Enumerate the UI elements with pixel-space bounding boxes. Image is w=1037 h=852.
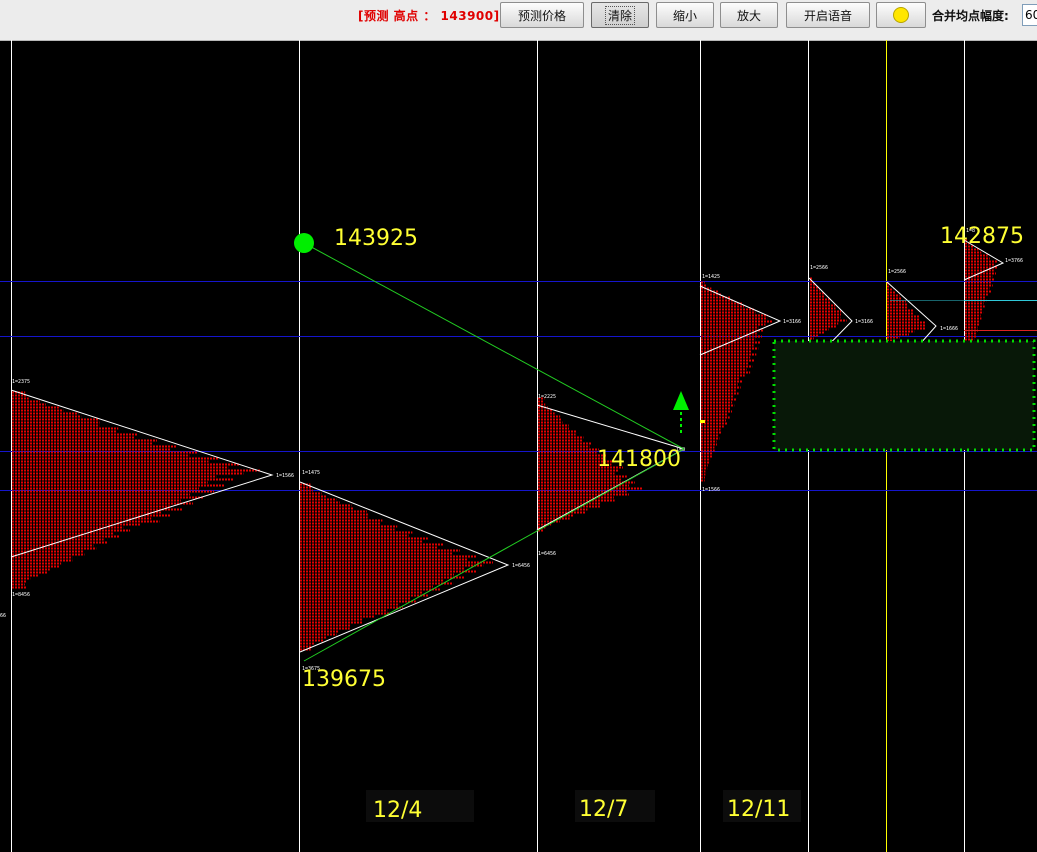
zoom-in-label: 放大 [736,8,761,23]
clear-label: 清除 [604,5,635,25]
svg-text:1=3166: 1=3166 [855,319,873,325]
voice-toggle-button[interactable]: 开启语音 [786,2,870,28]
zoom-in-button[interactable]: 放大 [720,2,778,28]
svg-text:1=2375: 1=2375 [12,379,30,385]
zoom-out-button[interactable]: 缩小 [656,2,714,28]
svg-text:1=3766: 1=3766 [1005,258,1023,264]
price-label-141800: 141800 [597,447,681,472]
svg-text:1=1425: 1=1425 [702,274,720,280]
svg-text:1=6456: 1=6456 [538,551,556,557]
merge-amplitude-label: 合并均点幅度: [932,9,1009,23]
svg-text:1=8456: 1=8456 [12,592,30,598]
zoom-out-label: 缩小 [672,8,697,23]
high-point-marker[interactable] [294,233,314,253]
voice-toggle-label: 开启语音 [803,8,852,23]
current-price-tick [700,420,705,423]
forecast-high-text: [预测 高点 ： 143900] [358,9,500,23]
svg-text:66: 66 [0,613,6,619]
chart-canvas: 1=2375 1=1566 1=8456 1=1475 1=6456 1=367… [0,40,1037,852]
up-arrow-icon [673,391,689,433]
date-label-12-4: 12/4 [373,798,422,823]
price-label-143925: 143925 [334,226,418,251]
predict-price-label: 预测价格 [517,8,566,23]
svg-text:1=2225: 1=2225 [538,394,556,400]
svg-text:1=2566: 1=2566 [888,269,906,275]
svg-text:1=1566: 1=1566 [276,473,294,479]
svg-text:1=6456: 1=6456 [512,563,530,569]
date-label-12-7: 12/7 [579,797,628,822]
yellow-dot-icon [893,7,909,23]
toolbar: [预测 高点 ： 143900] 预测价格 清除 缩小 放大 开启语音 合并均点… [0,0,1037,41]
tpo-profile [810,277,847,340]
tpo-profile [701,281,773,482]
svg-text:1=2566: 1=2566 [810,265,828,271]
svg-text:1=1566: 1=1566 [702,487,720,493]
merge-amplitude-input[interactable]: 60 [1022,4,1037,26]
date-label-12-11: 12/11 [727,797,790,822]
price-label-142875: 142875 [940,224,1024,249]
svg-text:1=1666: 1=1666 [940,326,958,332]
clear-button[interactable]: 清除 [591,2,649,28]
svg-text:1=3166: 1=3166 [783,319,801,325]
predict-price-button[interactable]: 预测价格 [500,2,584,28]
status-light-button[interactable] [876,2,926,28]
tpo-profile [300,483,493,651]
svg-text:1=1475: 1=1475 [302,470,320,476]
market-profile-chart[interactable]: 1=2375 1=1566 1=8456 1=1475 1=6456 1=367… [0,40,1037,852]
forecast-zone-box[interactable] [772,339,1036,452]
price-label-139675: 139675 [302,667,386,692]
